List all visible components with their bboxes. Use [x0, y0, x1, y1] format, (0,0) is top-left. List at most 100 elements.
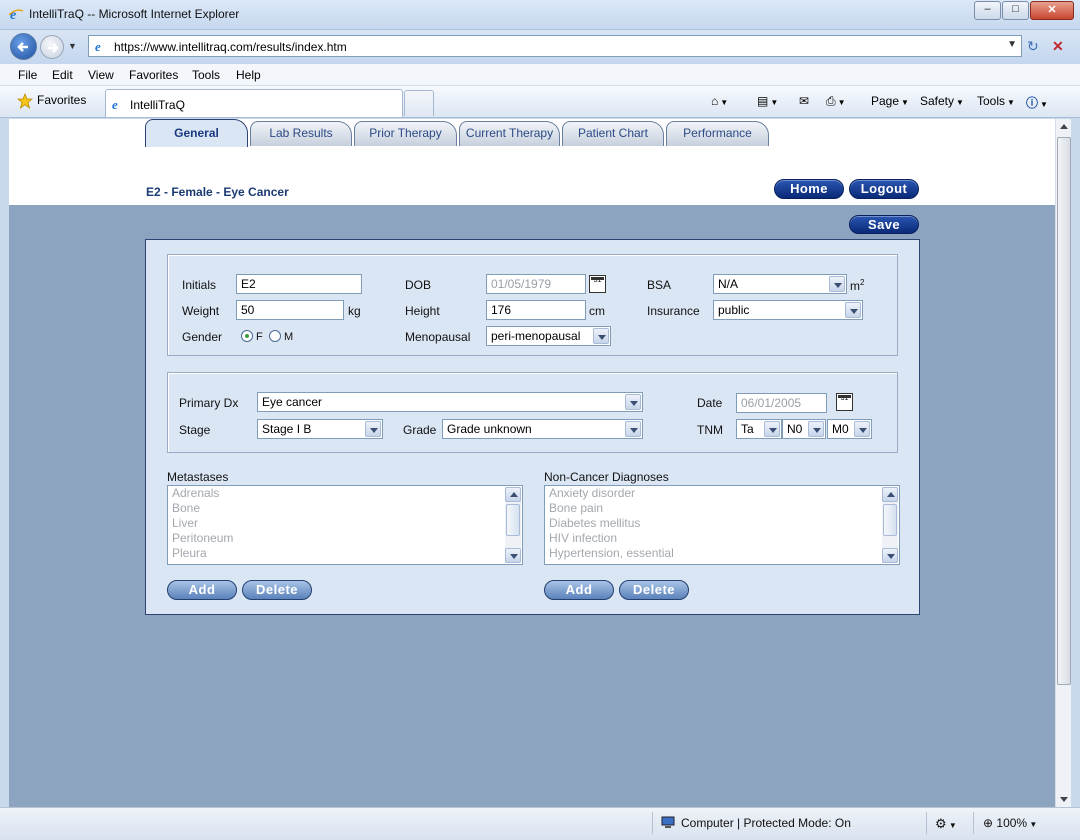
- ie-logo-icon: e: [8, 8, 24, 22]
- mail-icon[interactable]: ✉: [799, 94, 809, 108]
- browser-tab-intellitraq[interactable]: e IntelliTraQ: [105, 89, 403, 117]
- list-item[interactable]: Hypertension, essential: [545, 546, 899, 561]
- page-scrollbar[interactable]: [1055, 119, 1071, 807]
- tab-patient-chart[interactable]: Patient Chart: [562, 121, 664, 146]
- diagnosis-date-field[interactable]: 06/01/2005: [736, 393, 827, 413]
- tnm-n-select[interactable]: N0: [782, 419, 826, 439]
- weight-field[interactable]: 50: [236, 300, 344, 320]
- menu-view[interactable]: View: [88, 68, 114, 82]
- diagnosis-calendar-icon[interactable]: 31: [836, 393, 853, 411]
- tab-performance[interactable]: Performance: [666, 121, 769, 146]
- protected-mode-icon[interactable]: ⚙ ▼: [935, 816, 957, 832]
- metastases-scrollbar[interactable]: [505, 487, 521, 563]
- list-item[interactable]: Peritoneum: [168, 531, 522, 546]
- tnm-m-value: M0: [832, 422, 849, 436]
- list-item[interactable]: Pleura: [168, 546, 522, 561]
- list-item[interactable]: Anxiety disorder: [545, 486, 899, 501]
- patient-title: E2 - Female - Eye Cancer: [146, 185, 289, 199]
- print-icon[interactable]: ⎙ ▼: [826, 94, 846, 109]
- refresh-icon[interactable]: ↻: [1027, 38, 1039, 55]
- dob-field[interactable]: 01/05/1979: [486, 274, 586, 294]
- primary-dx-select[interactable]: Eye cancer: [257, 392, 643, 412]
- maximize-button[interactable]: □: [1002, 1, 1029, 20]
- address-bar[interactable]: e https://www.intellitraq.com/results/in…: [88, 35, 1022, 57]
- forward-button[interactable]: [40, 35, 64, 59]
- new-tab-button[interactable]: [404, 90, 434, 116]
- feeds-icon[interactable]: ▤ ▼: [757, 94, 778, 108]
- list-item[interactable]: HIV infection: [545, 531, 899, 546]
- favorites-label[interactable]: Favorites: [37, 93, 86, 107]
- save-button[interactable]: Save: [849, 215, 919, 234]
- logout-button[interactable]: Logout: [849, 179, 919, 199]
- help-icon[interactable]: ⓘ ▼: [1026, 94, 1048, 111]
- tools-menu-label: Tools: [977, 94, 1006, 108]
- non-cancer-add-button[interactable]: Add: [544, 580, 614, 600]
- menopausal-value: peri-menopausal: [491, 329, 581, 343]
- dob-calendar-icon[interactable]: 31: [589, 275, 606, 293]
- page-menu-label: Page: [871, 94, 900, 108]
- menu-tools[interactable]: Tools: [192, 68, 220, 82]
- address-dropdown-icon[interactable]: ▼: [1007, 39, 1017, 50]
- minimize-button[interactable]: –: [974, 1, 1001, 20]
- height-unit: cm: [589, 304, 605, 318]
- scroll-down-icon[interactable]: [882, 548, 898, 563]
- tab-general[interactable]: General: [145, 119, 248, 147]
- back-button[interactable]: [10, 33, 37, 60]
- menu-help[interactable]: Help: [236, 68, 261, 82]
- grade-select[interactable]: Grade unknown: [442, 419, 643, 439]
- tab-current-therapy[interactable]: Current Therapy: [459, 121, 560, 146]
- bsa-select[interactable]: N/A: [713, 274, 847, 294]
- list-item[interactable]: Liver: [168, 516, 522, 531]
- insurance-value: public: [718, 303, 750, 317]
- menopausal-select[interactable]: peri-menopausal: [486, 326, 611, 346]
- bsa-value: N/A: [718, 277, 739, 291]
- zoom-control[interactable]: ⊕ 100% ▼: [983, 816, 1037, 830]
- scroll-thumb[interactable]: [506, 504, 520, 536]
- home-icon[interactable]: ⌂ ▼: [711, 94, 728, 108]
- tnm-t-select[interactable]: Ta: [736, 419, 782, 439]
- page-menu[interactable]: Page ▼: [871, 94, 909, 108]
- home-button[interactable]: Home: [774, 179, 844, 199]
- metastases-add-button[interactable]: Add: [167, 580, 237, 600]
- gender-male-radio[interactable]: [269, 330, 281, 342]
- non-cancer-list[interactable]: Anxiety disorder Bone pain Diabetes mell…: [544, 485, 900, 565]
- scroll-up-icon[interactable]: [1060, 124, 1068, 129]
- browser-tab-title: IntelliTraQ: [130, 98, 185, 112]
- scroll-down-icon[interactable]: [1060, 797, 1068, 802]
- menu-edit[interactable]: Edit: [52, 68, 73, 82]
- favorites-star-icon[interactable]: [17, 93, 33, 109]
- tab-lab-results[interactable]: Lab Results: [250, 121, 352, 146]
- list-item[interactable]: Bone pain: [545, 501, 899, 516]
- height-field[interactable]: 176: [486, 300, 586, 320]
- tnm-m-select[interactable]: M0: [827, 419, 872, 439]
- tools-menu[interactable]: Tools ▼: [977, 94, 1015, 108]
- gender-female-radio[interactable]: [241, 330, 253, 342]
- list-item[interactable]: Bone: [168, 501, 522, 516]
- page-viewport: E2 - Female - Eye Cancer Home Logout Sav…: [9, 119, 1055, 807]
- stop-icon[interactable]: ✕: [1052, 38, 1064, 55]
- insurance-select[interactable]: public: [713, 300, 863, 320]
- menu-file[interactable]: File: [18, 68, 37, 82]
- scroll-up-icon[interactable]: [882, 487, 898, 502]
- svg-text:e: e: [95, 39, 101, 53]
- list-item[interactable]: Diabetes mellitus: [545, 516, 899, 531]
- stage-select[interactable]: Stage I B: [257, 419, 383, 439]
- stage-label: Stage: [179, 423, 211, 437]
- scroll-thumb[interactable]: [883, 504, 897, 536]
- close-window-button[interactable]: ✕: [1030, 1, 1074, 20]
- page-scroll-thumb[interactable]: [1057, 137, 1071, 685]
- non-cancer-delete-button[interactable]: Delete: [619, 580, 689, 600]
- non-cancer-label: Non-Cancer Diagnoses: [544, 470, 669, 484]
- scroll-down-icon[interactable]: [505, 548, 521, 563]
- metastases-delete-button[interactable]: Delete: [242, 580, 312, 600]
- non-cancer-scrollbar[interactable]: [882, 487, 898, 563]
- initials-field[interactable]: E2: [236, 274, 362, 294]
- weight-unit: kg: [348, 304, 361, 318]
- menu-favorites[interactable]: Favorites: [129, 68, 178, 82]
- safety-menu[interactable]: Safety ▼: [920, 94, 964, 108]
- list-item[interactable]: Adrenals: [168, 486, 522, 501]
- scroll-up-icon[interactable]: [505, 487, 521, 502]
- recent-pages-dropdown-icon[interactable]: ▼: [68, 41, 77, 51]
- tab-prior-therapy[interactable]: Prior Therapy: [354, 121, 457, 146]
- metastases-list[interactable]: Adrenals Bone Liver Peritoneum Pleura: [167, 485, 523, 565]
